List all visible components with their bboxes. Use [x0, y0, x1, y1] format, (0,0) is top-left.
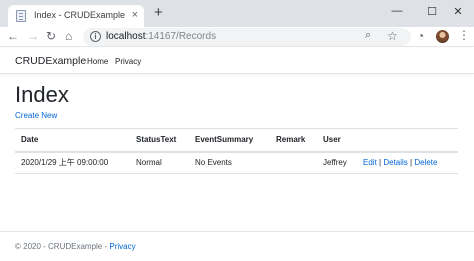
site-navbar: CRUDExample Home Privacy: [0, 48, 474, 74]
cell-event-summary: No Events: [189, 151, 270, 174]
footer-text: © 2020 - CRUDExample - Privacy: [15, 242, 136, 251]
footer-privacy-link[interactable]: Privacy: [109, 242, 135, 251]
action-separator: |: [410, 158, 413, 168]
column-header-remark: Remark: [270, 128, 317, 153]
column-header-actions: [357, 128, 458, 153]
details-link[interactable]: Details: [383, 158, 407, 167]
avatar[interactable]: [436, 30, 449, 43]
url-path: :14167/Records: [145, 31, 217, 42]
browser-tab[interactable]: Index - CRUDExample ×: [8, 5, 144, 27]
address-bar[interactable]: i localhost:14167/Records ⌕ ☆: [83, 28, 411, 46]
arrow-right-icon[interactable]: →: [27, 28, 39, 45]
tab-title: Index - CRUDExample: [34, 10, 126, 20]
site-footer: © 2020 - CRUDExample - Privacy: [0, 231, 474, 261]
nav-home-link[interactable]: Home: [87, 57, 108, 66]
cell-user: Jeffrey: [317, 151, 357, 174]
create-new-link[interactable]: Create New: [15, 111, 57, 120]
star-icon[interactable]: ☆: [387, 29, 398, 43]
minimize-button[interactable]: —: [378, 0, 416, 22]
action-separator: |: [379, 158, 382, 168]
close-window-button[interactable]: ✕: [442, 0, 474, 22]
menu-icon[interactable]: ⋮: [458, 28, 470, 42]
table-header-row: Date StatusText EventSummary Remark User: [15, 128, 458, 153]
column-header-statustext: StatusText: [130, 128, 189, 153]
delete-link[interactable]: Delete: [414, 158, 437, 167]
tab-close-icon[interactable]: ×: [132, 8, 138, 22]
home-icon[interactable]: ⌂: [65, 28, 72, 45]
cell-status: Normal: [130, 151, 189, 174]
reload-icon[interactable]: ↻: [46, 28, 56, 45]
footer-copyright: © 2020 - CRUDExample -: [15, 242, 108, 251]
column-header-date: Date: [15, 128, 130, 153]
extension-icon[interactable]: ◔: [417, 29, 424, 43]
new-tab-button[interactable]: +: [154, 5, 163, 21]
url-text[interactable]: localhost:14167/Records: [106, 31, 216, 42]
records-table: Date StatusText EventSummary Remark User…: [15, 128, 458, 174]
nav-privacy-link[interactable]: Privacy: [115, 57, 141, 66]
cell-actions: Edit | Details | Delete: [357, 151, 458, 174]
browser-toolbar: ← → ↻ ⌂ i localhost:14167/Records ⌕ ☆ ◔ …: [0, 27, 474, 47]
info-icon[interactable]: i: [90, 31, 101, 42]
cell-remark: [270, 151, 317, 174]
brand-link[interactable]: CRUDExample: [15, 55, 86, 67]
table-row: 2020/1/29 上午 09:00:00 Normal No Events J…: [15, 151, 458, 174]
zoom-icon[interactable]: ⌕: [365, 29, 371, 42]
browser-titlebar: Index - CRUDExample × + — ☐ ✕: [0, 0, 474, 27]
url-host: localhost: [106, 31, 146, 42]
edit-link[interactable]: Edit: [363, 158, 377, 167]
column-header-eventsummary: EventSummary: [189, 128, 270, 153]
cell-date: 2020/1/29 上午 09:00:00: [15, 151, 130, 174]
column-header-user: User: [317, 128, 357, 153]
page-title: Index: [15, 82, 69, 107]
page-favicon-icon: [16, 10, 26, 22]
arrow-left-icon[interactable]: ←: [7, 28, 19, 45]
